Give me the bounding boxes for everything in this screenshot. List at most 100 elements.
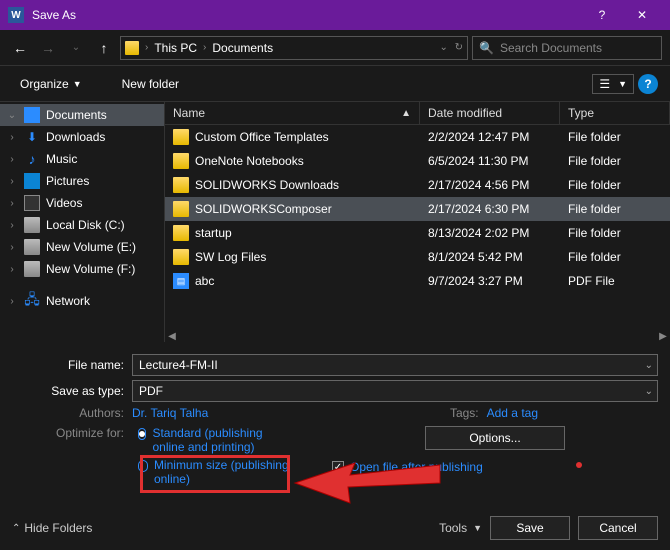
scroll-left-icon[interactable]: ◀ <box>165 330 179 342</box>
scroll-right-icon[interactable]: ▶ <box>656 330 670 342</box>
title-bar: W Save As ? ✕ <box>0 0 670 30</box>
column-headers: Name▲ Date modified Type <box>165 102 670 125</box>
search-icon: 🔍 <box>479 41 494 55</box>
save-button[interactable]: Save <box>490 516 570 540</box>
file-type: File folder <box>560 152 670 170</box>
chevron-right-icon: › <box>145 42 148 53</box>
radio-icon <box>138 460 148 472</box>
addr-root[interactable]: This PC <box>154 41 197 55</box>
sort-asc-icon: ▲ <box>401 108 411 119</box>
nav-bar: ← → ⌄ ↑ › This PC › Documents ⌄ ↻ 🔍 Sear… <box>0 30 670 66</box>
tags-value[interactable]: Add a tag <box>487 406 538 420</box>
folder-icon <box>173 249 189 265</box>
nav-network[interactable]: ›🖧Network <box>0 290 164 312</box>
col-date[interactable]: Date modified <box>420 102 560 124</box>
tools-button[interactable]: Tools▼ <box>439 521 482 535</box>
col-type[interactable]: Type <box>560 102 670 124</box>
file-name: startup <box>195 226 232 240</box>
options-button[interactable]: Options... <box>425 426 565 450</box>
toolbar: Organize▼ New folder ☰ ▼ ? <box>0 66 670 102</box>
nav-music[interactable]: ›♪Music <box>0 148 164 170</box>
help-icon[interactable]: ? <box>638 74 658 94</box>
file-type: File folder <box>560 128 670 146</box>
file-list: Name▲ Date modified Type Custom Office T… <box>165 102 670 342</box>
chevron-right-icon: › <box>203 42 206 53</box>
nav-newvol-f[interactable]: ›New Volume (F:) <box>0 258 164 280</box>
file-row[interactable]: startup 8/13/2024 2:02 PMFile folder <box>165 221 670 245</box>
search-placeholder: Search Documents <box>500 41 602 55</box>
filename-input[interactable]: Lecture4-FM-II⌄ <box>132 354 658 376</box>
savetype-label: Save as type: <box>12 384 132 398</box>
authors-label: Authors: <box>72 406 132 420</box>
up-button[interactable]: ↑ <box>92 36 116 60</box>
nav-videos[interactable]: ›Videos <box>0 192 164 214</box>
folder-icon <box>173 225 189 241</box>
file-name: SOLIDWORKSComposer <box>195 202 332 216</box>
file-row[interactable]: SW Log Files 8/1/2024 5:42 PMFile folder <box>165 245 670 269</box>
radio-minimum[interactable]: Minimum size (publishing online) <box>138 458 292 486</box>
addr-folder[interactable]: Documents <box>212 41 273 55</box>
word-icon: W <box>8 7 24 23</box>
nav-downloads[interactable]: ›⬇Downloads <box>0 126 164 148</box>
file-name: SW Log Files <box>195 250 266 264</box>
nav-tree: ⌄Documents ›⬇Downloads ›♪Music ›Pictures… <box>0 102 165 342</box>
radio-icon <box>138 428 146 440</box>
pdf-icon: ▤ <box>173 273 189 289</box>
window-title: Save As <box>32 8 76 22</box>
footer: ⌃Hide Folders Tools▼ Save Cancel <box>0 510 670 546</box>
annotation-dot <box>576 462 582 468</box>
file-date: 2/17/2024 6:30 PM <box>420 200 560 218</box>
file-date: 8/1/2024 5:42 PM <box>420 248 560 266</box>
folder-icon <box>173 153 189 169</box>
refresh-icon[interactable]: ↻ <box>455 42 463 53</box>
file-row[interactable]: ▤abc9/7/2024 3:27 PMPDF File <box>165 269 670 293</box>
nav-documents[interactable]: ⌄Documents <box>0 104 164 126</box>
address-bar[interactable]: › This PC › Documents ⌄ ↻ <box>120 36 468 60</box>
file-name: abc <box>195 274 214 288</box>
file-row[interactable]: SOLIDWORKSComposer 2/17/2024 6:30 PMFile … <box>165 197 670 221</box>
file-type: PDF File <box>560 272 670 290</box>
file-type: File folder <box>560 176 670 194</box>
file-row[interactable]: OneNote Notebooks 6/5/2024 11:30 PMFile f… <box>165 149 670 173</box>
file-date: 2/2/2024 12:47 PM <box>420 128 560 146</box>
file-date: 6/5/2024 11:30 PM <box>420 152 560 170</box>
nav-localdisk[interactable]: ›Local Disk (C:) <box>0 214 164 236</box>
authors-value[interactable]: Dr. Tariq Talha <box>132 406 208 420</box>
folder-icon <box>173 177 189 193</box>
organize-button[interactable]: Organize▼ <box>12 73 90 95</box>
help-button[interactable]: ? <box>582 0 622 30</box>
tags-label: Tags: <box>427 406 487 420</box>
folder-icon <box>125 41 139 55</box>
savetype-select[interactable]: PDF⌄ <box>132 380 658 402</box>
recent-dropdown[interactable]: ⌄ <box>64 36 88 60</box>
search-input[interactable]: 🔍 Search Documents <box>472 36 662 60</box>
file-type: File folder <box>560 248 670 266</box>
file-type: File folder <box>560 200 670 218</box>
folder-icon <box>173 129 189 145</box>
checkbox-icon: ✓ <box>332 461 344 473</box>
nav-newvol-e[interactable]: ›New Volume (E:) <box>0 236 164 258</box>
col-name[interactable]: Name▲ <box>165 102 420 124</box>
new-folder-button[interactable]: New folder <box>114 73 187 95</box>
nav-pictures[interactable]: ›Pictures <box>0 170 164 192</box>
view-button[interactable]: ☰ ▼ <box>592 74 634 94</box>
radio-standard[interactable]: Standard (publishing online and printing… <box>138 426 292 454</box>
file-date: 8/13/2024 2:02 PM <box>420 224 560 242</box>
cancel-button[interactable]: Cancel <box>578 516 658 540</box>
file-name: SOLIDWORKS Downloads <box>195 178 339 192</box>
close-button[interactable]: ✕ <box>622 0 662 30</box>
file-type: File folder <box>560 224 670 242</box>
file-date: 2/17/2024 4:56 PM <box>420 176 560 194</box>
file-name: Custom Office Templates <box>195 130 329 144</box>
bottom-panel: File name: Lecture4-FM-II⌄ Save as type:… <box>0 342 670 498</box>
file-name: OneNote Notebooks <box>195 154 304 168</box>
optimize-label: Optimize for: <box>52 426 132 440</box>
filename-label: File name: <box>12 358 132 372</box>
hide-folders-toggle[interactable]: ⌃Hide Folders <box>12 521 92 535</box>
open-after-checkbox[interactable]: ✓ Open file after publishing <box>332 460 658 474</box>
file-row[interactable]: SOLIDWORKS Downloads 2/17/2024 4:56 PMFil… <box>165 173 670 197</box>
file-row[interactable]: Custom Office Templates 2/2/2024 12:47 PM… <box>165 125 670 149</box>
folder-icon <box>173 201 189 217</box>
back-button[interactable]: ← <box>8 36 32 60</box>
forward-button[interactable]: → <box>36 36 60 60</box>
